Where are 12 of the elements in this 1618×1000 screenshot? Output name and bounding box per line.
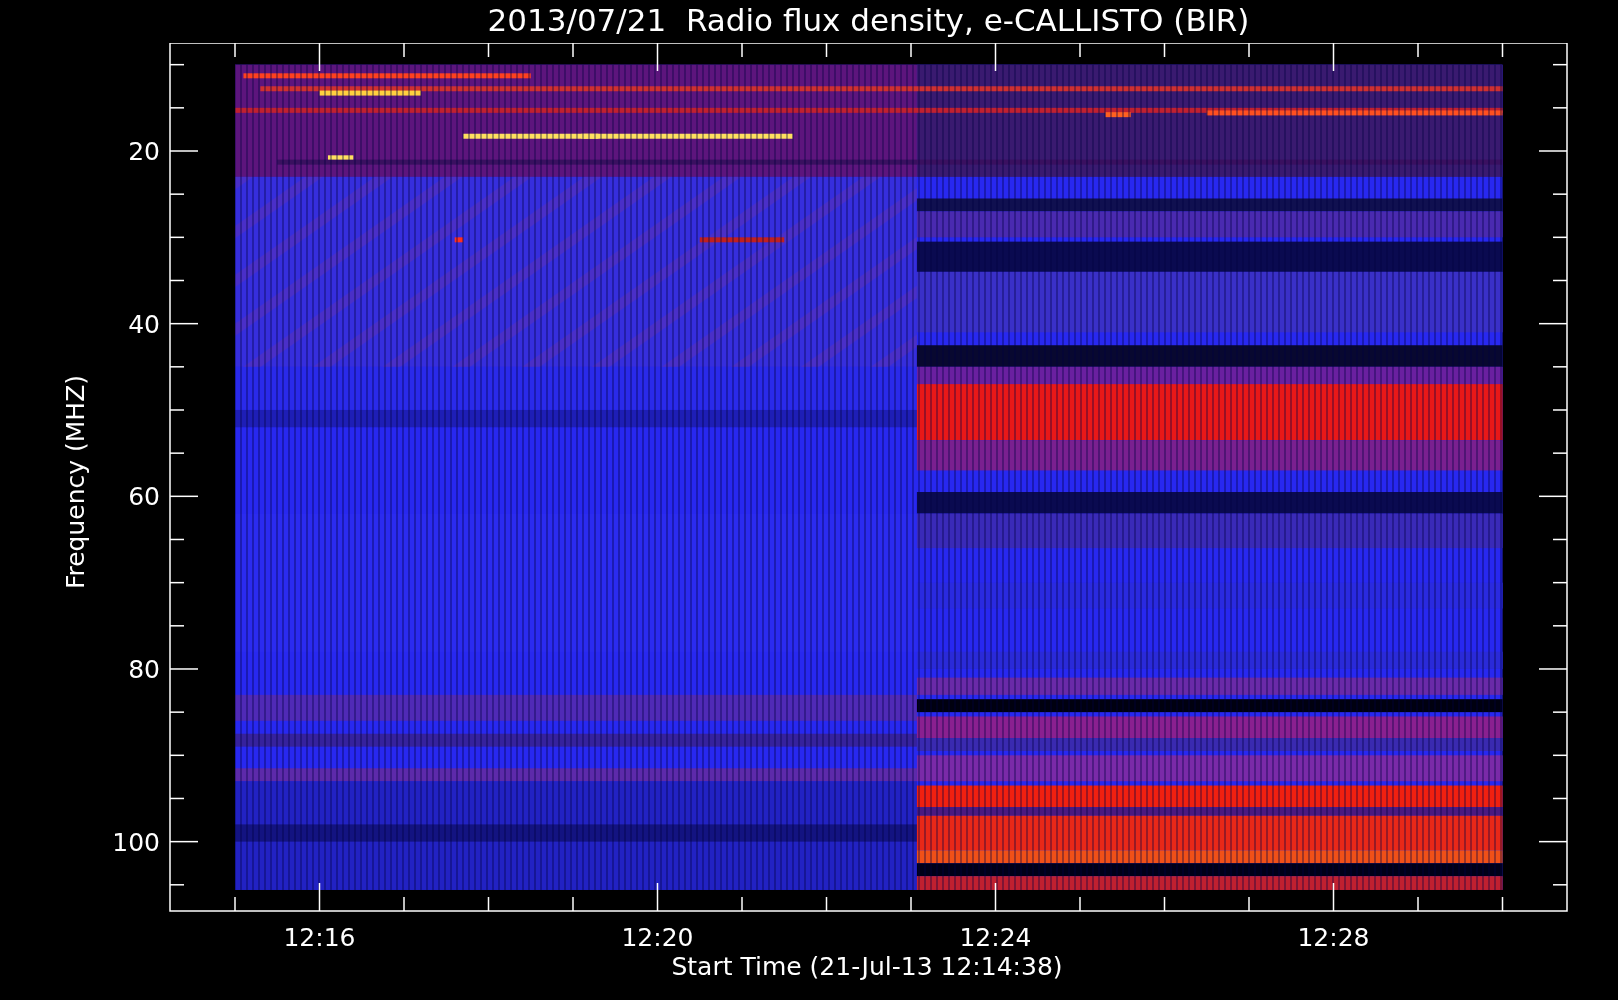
chart-title: 2013/07/21 Radio flux density, e-CALLISTO (BIR) — [486, 1, 1251, 40]
tick-label: 100 — [112, 827, 160, 857]
tick-label: 12:20 — [621, 923, 694, 952]
tick-label: 12:28 — [1297, 923, 1370, 952]
tick-label: 40 — [128, 309, 160, 339]
tick-label: 60 — [128, 482, 160, 512]
axis-title: Frequency (MHZ) — [61, 374, 90, 590]
tick-label: 20 — [128, 137, 160, 166]
tick-label: 12:24 — [959, 923, 1032, 952]
axis-title: Start Time (21-Jul-13 12:14:38) — [671, 952, 1063, 981]
tick-label: 80 — [128, 655, 160, 684]
tick-label: 12:16 — [283, 923, 356, 952]
